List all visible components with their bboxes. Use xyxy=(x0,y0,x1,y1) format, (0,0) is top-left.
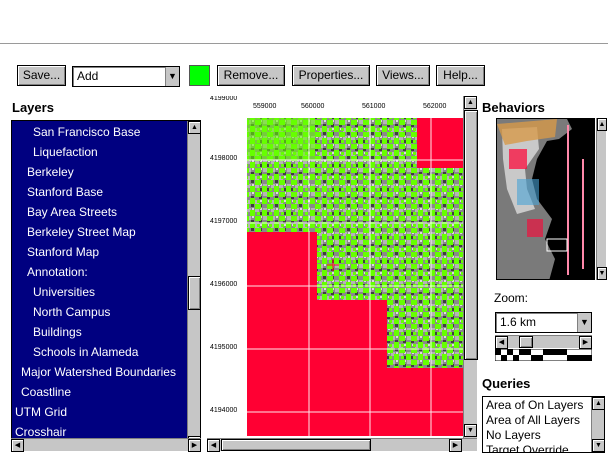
map-vscrollbar[interactable]: ▲ ▼ xyxy=(463,96,478,438)
scroll-thumb[interactable] xyxy=(188,276,200,310)
y-tick-label: 4194000 xyxy=(210,407,238,414)
layer-item[interactable]: Annotation: xyxy=(27,265,88,279)
top-divider xyxy=(0,43,608,44)
add-select-value: Add xyxy=(77,69,99,83)
map-hscrollbar[interactable]: ◀ ▶ xyxy=(207,438,477,452)
layer-item[interactable]: UTM Grid xyxy=(15,405,67,419)
scroll-up-icon[interactable]: ▲ xyxy=(188,121,200,134)
scroll-left-icon[interactable]: ◀ xyxy=(495,336,508,349)
y-tick-label: 4198000 xyxy=(210,155,238,162)
scroll-up-icon[interactable]: ▲ xyxy=(592,397,604,410)
layer-item[interactable]: Bay Area Streets xyxy=(27,205,117,219)
x-tick-label: 559000 xyxy=(253,103,277,110)
layer-item[interactable]: Crosshair xyxy=(15,425,66,439)
layers-title: Layers xyxy=(12,100,54,115)
layer-item[interactable]: Schools in Alameda xyxy=(33,345,138,359)
layers-scrollbar[interactable]: ▲ ▼ xyxy=(187,121,200,449)
query-item[interactable]: Area of On Layers xyxy=(486,398,583,412)
layer-item[interactable]: Universities xyxy=(33,285,95,299)
scroll-down-icon[interactable]: ▼ xyxy=(592,439,604,452)
queries-scrollbar[interactable]: ▲ ▼ xyxy=(591,397,604,452)
color-swatch[interactable] xyxy=(189,65,210,86)
x-tick-label: 560000 xyxy=(301,103,325,110)
hazard-zone xyxy=(247,232,317,436)
map-canvas[interactable] xyxy=(207,96,463,438)
properties-button[interactable]: Properties... xyxy=(292,65,370,86)
layer-item[interactable]: Coastline xyxy=(21,385,71,399)
layer-item[interactable]: San Francisco Base xyxy=(33,125,140,139)
chevron-down-icon[interactable]: ▼ xyxy=(165,67,179,86)
map-view[interactable]: 559000 560000 561000 562000 4199000 4198… xyxy=(207,96,463,438)
layer-item[interactable]: Stanford Base xyxy=(27,185,103,199)
x-tick-label: 562000 xyxy=(423,103,447,110)
scroll-right-icon[interactable]: ▶ xyxy=(188,439,201,452)
query-item[interactable]: No Layers xyxy=(486,428,541,442)
layer-item[interactable]: Berkeley Street Map xyxy=(27,225,136,239)
save-button[interactable]: Save... xyxy=(17,65,66,86)
zoom-label: Zoom: xyxy=(494,291,529,305)
scroll-left-icon[interactable]: ◀ xyxy=(207,439,220,452)
hazard-zone xyxy=(387,368,463,436)
overview-scrollbar[interactable]: ▲ ▼ xyxy=(596,118,607,280)
overview-map[interactable] xyxy=(496,118,595,280)
zoom-select[interactable]: 1.6 km ▼ xyxy=(495,312,592,333)
y-tick-label: 4199000 xyxy=(210,96,238,102)
views-button[interactable]: Views... xyxy=(376,65,430,86)
scroll-right-icon[interactable]: ▶ xyxy=(579,336,592,349)
scroll-up-icon[interactable]: ▲ xyxy=(597,118,607,131)
scroll-up-icon[interactable]: ▲ xyxy=(464,96,477,109)
layer-item[interactable]: Berkeley xyxy=(27,165,74,179)
scroll-down-icon[interactable]: ▼ xyxy=(597,267,607,280)
queries-list[interactable]: Area of On Layers Area of All Layers No … xyxy=(482,396,605,453)
queries-title: Queries xyxy=(482,376,531,391)
scroll-thumb[interactable] xyxy=(464,110,478,360)
hazard-zone xyxy=(317,300,387,436)
query-item[interactable]: Target Override xyxy=(486,443,569,452)
layers-hscrollbar[interactable]: ◀ ▶ xyxy=(11,438,201,452)
y-tick-label: 4196000 xyxy=(210,281,238,288)
remove-button[interactable]: Remove... xyxy=(217,65,285,86)
y-tick-label: 4195000 xyxy=(210,344,238,351)
scroll-down-icon[interactable]: ▼ xyxy=(464,424,477,437)
layer-item[interactable]: Stanford Map xyxy=(27,245,99,259)
add-select[interactable]: Add ▼ xyxy=(72,66,180,87)
scroll-left-icon[interactable]: ◀ xyxy=(11,439,24,452)
behaviors-title: Behaviors xyxy=(482,100,545,115)
chevron-down-icon[interactable]: ▼ xyxy=(577,313,591,332)
scale-bar xyxy=(495,349,592,361)
layer-item[interactable]: North Campus xyxy=(33,305,110,319)
y-tick-label: 4197000 xyxy=(210,218,238,225)
x-tick-label: 561000 xyxy=(362,103,386,110)
layer-item[interactable]: Liquefaction xyxy=(33,145,98,159)
layer-item[interactable]: Major Watershed Boundaries xyxy=(21,365,176,379)
zoom-select-value: 1.6 km xyxy=(500,315,537,329)
help-button[interactable]: Help... xyxy=(436,65,485,86)
scroll-right-icon[interactable]: ▶ xyxy=(449,439,462,452)
zoom-thumb[interactable] xyxy=(519,336,533,348)
scroll-thumb[interactable] xyxy=(221,439,371,451)
zoom-slider[interactable]: ◀ ▶ xyxy=(495,335,592,349)
query-item[interactable]: Area of All Layers xyxy=(486,413,580,427)
layers-list[interactable]: San Francisco Base Liquefaction Berkeley… xyxy=(11,120,201,450)
layer-item[interactable]: Buildings xyxy=(33,325,82,339)
